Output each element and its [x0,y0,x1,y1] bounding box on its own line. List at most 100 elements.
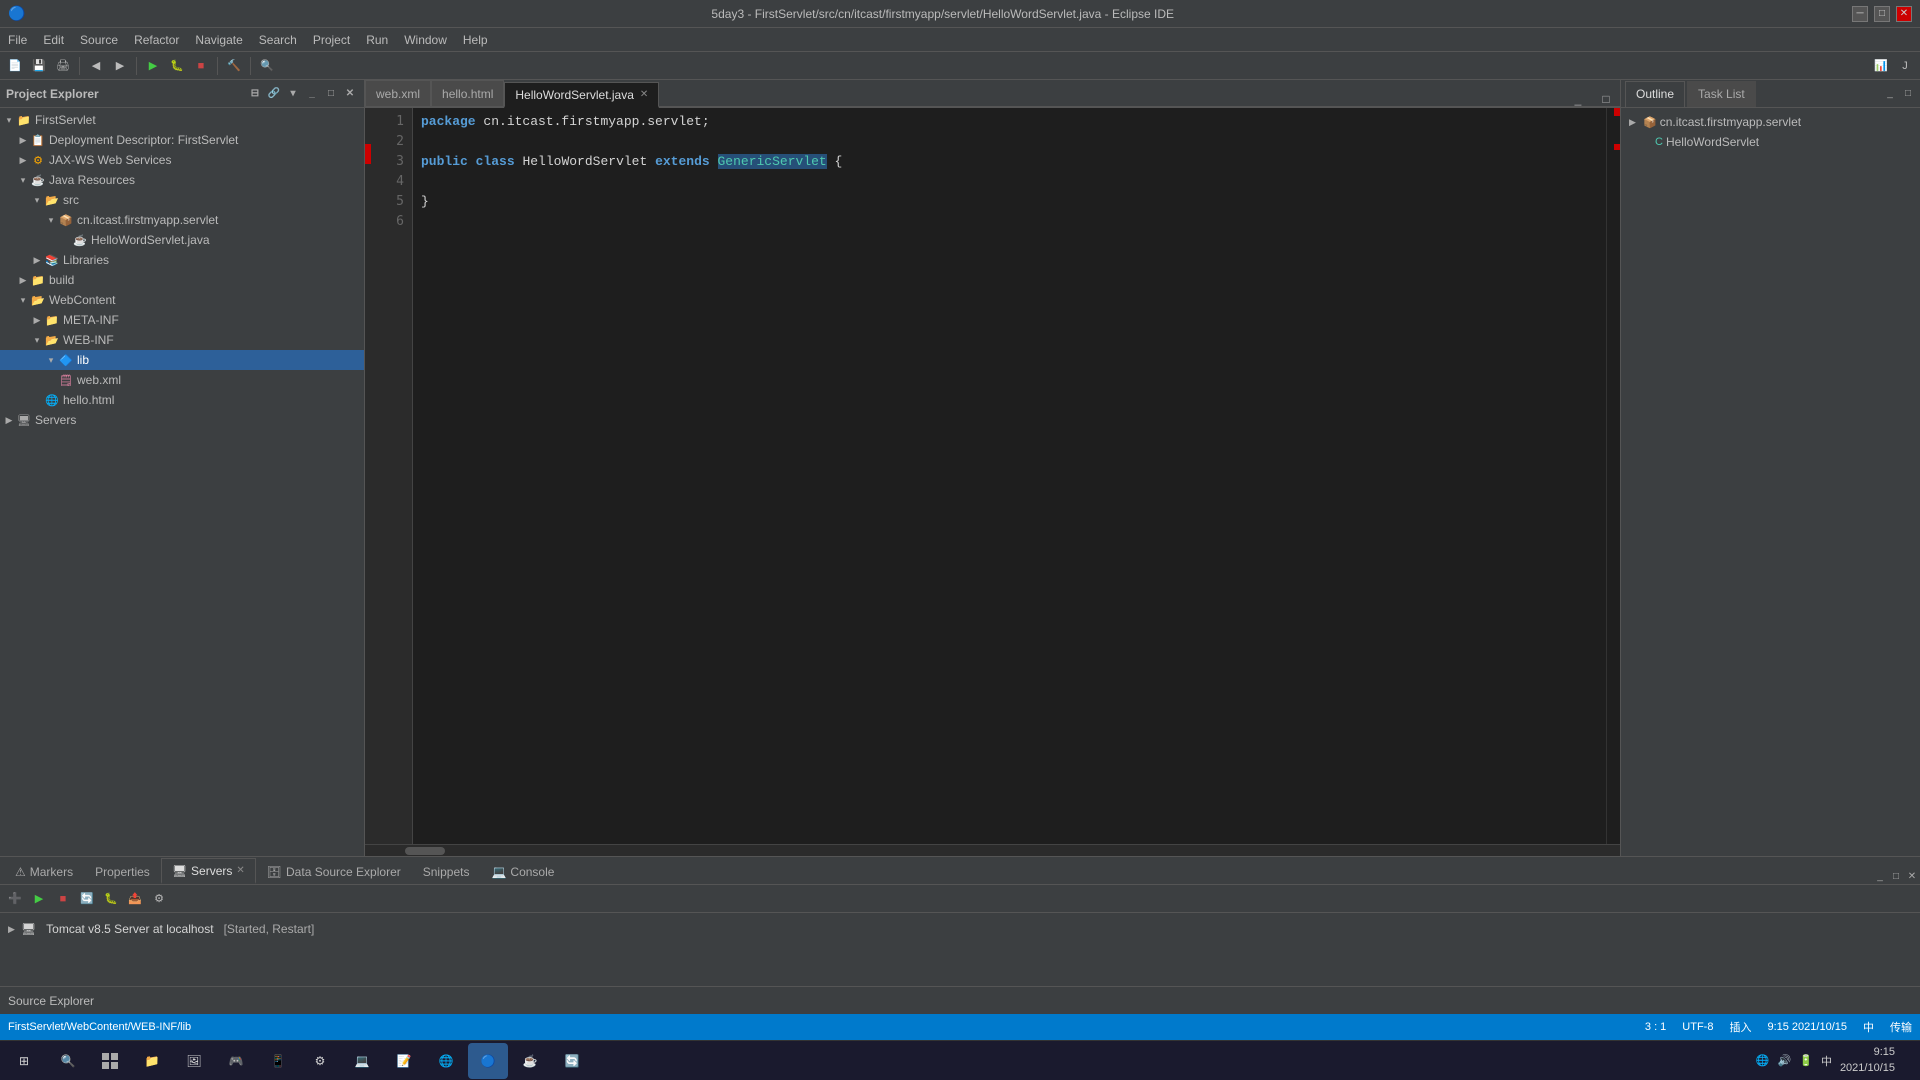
tree-webcontent[interactable]: ▾ 📂 WebContent [0,290,364,310]
tree-webinf[interactable]: ▾ 📂 WEB-INF [0,330,364,350]
debug-btn[interactable]: 🐛 [166,55,188,77]
maximize-panel-btn[interactable]: □ [323,86,339,102]
tree-hellowordservlet[interactable]: ▶ ☕ HelloWordServlet.java [0,230,364,250]
minimize-button[interactable]: ─ [1852,6,1868,22]
menu-project[interactable]: Project [305,31,358,49]
outline-class-icon: C [1655,136,1663,148]
outline-package-item[interactable]: ▶ 📦 cn.itcast.firstmyapp.servlet [1625,112,1916,132]
save-btn[interactable]: 💾 [28,55,50,77]
maximize-button[interactable]: □ [1874,6,1890,22]
taskbar-taskview-btn[interactable] [90,1043,130,1079]
tree-dd[interactable]: ▶ 📋 Deployment Descriptor: FirstServlet [0,130,364,150]
tab-markers[interactable]: ⚠ Markers [4,858,84,884]
taskbar-image-btn[interactable]: 🖼 [174,1043,214,1079]
outline-minimize-btn[interactable]: _ [1882,86,1898,102]
taskbar-computer-btn[interactable]: 💻 [342,1043,382,1079]
taskbar-gamepad-btn[interactable]: 🎮 [216,1043,256,1079]
build-btn[interactable]: 🔨 [223,55,245,77]
taskbar-word-btn[interactable]: 📝 [384,1043,424,1079]
taskbar-chrome-btn[interactable]: 🌐 [426,1043,466,1079]
forward-btn[interactable]: ▶ [109,55,131,77]
icon-metainf: 📁 [44,312,60,328]
restart-server-btn[interactable]: 🔄 [76,888,98,910]
outline-tab[interactable]: Outline [1625,81,1685,107]
server-config-btn[interactable]: ⚙ [148,888,170,910]
tree-src[interactable]: ▾ 📂 src [0,190,364,210]
bottom-close-btn[interactable]: ✕ [1904,868,1920,884]
run-btn[interactable]: ▶ [142,55,164,77]
taskbar-eclipse-btn[interactable]: 🔵 [468,1043,508,1079]
label-dd: Deployment Descriptor: FirstServlet [49,133,238,147]
menu-navigate[interactable]: Navigate [187,31,250,49]
tree-java-resources[interactable]: ▾ ☕ Java Resources [0,170,364,190]
taskbar-search-btn[interactable]: 🔍 [48,1043,88,1079]
tree-package[interactable]: ▾ 📦 cn.itcast.firstmyapp.servlet [0,210,364,230]
new-server-btn[interactable]: ➕ [4,888,26,910]
perspective-java-btn[interactable]: J [1894,55,1916,77]
menu-source[interactable]: Source [72,31,126,49]
outline-class-item[interactable]: C HelloWordServlet [1625,132,1916,152]
code-editor[interactable]: package cn.itcast.firstmyapp.servlet; pu… [413,108,1606,844]
menu-help[interactable]: Help [455,31,496,49]
tab-console[interactable]: 💻 Console [480,858,565,884]
close-button[interactable]: ✕ [1896,6,1912,22]
tab-servers[interactable]: 🖥 Servers ✕ [161,858,256,884]
menu-run[interactable]: Run [358,31,396,49]
tab-close-btn[interactable]: ✕ [640,89,648,100]
view-menu-btn[interactable]: ▾ [285,86,301,102]
collapse-all-btn[interactable]: ⊟ [247,86,263,102]
taskbar-java-btn[interactable]: ☕ [510,1043,550,1079]
server-row-tomcat[interactable]: ▶ 🖥 Tomcat v8.5 Server at localhost [Sta… [8,917,1912,941]
stop-btn[interactable]: ■ [190,55,212,77]
start-server-btn[interactable]: ▶ [28,888,50,910]
tab-snippets[interactable]: Snippets [412,858,481,884]
tree-hellohtml[interactable]: ▶ 🌐 hello.html [0,390,364,410]
taskbar-explorer-btn[interactable]: 📁 [132,1043,172,1079]
bottom-minimize-btn[interactable]: _ [1872,868,1888,884]
publish-btn[interactable]: 📤 [124,888,146,910]
link-editor-btn[interactable]: 🔗 [266,86,282,102]
menu-search[interactable]: Search [251,31,305,49]
tab-maximize-btn[interactable]: □ [1592,92,1620,106]
bottom-maximize-btn[interactable]: □ [1888,868,1904,884]
tab-minimize-btn[interactable]: _ [1564,92,1592,106]
tab-hellohtml[interactable]: hello.html [431,80,504,106]
tree-libraries[interactable]: ▶ 📚 Libraries [0,250,364,270]
close-panel-btn[interactable]: ✕ [342,86,358,102]
tab-servers-close[interactable]: ✕ [236,865,244,876]
tab-hellowordservlet[interactable]: HelloWordServlet.java ✕ [504,82,659,108]
menu-file[interactable]: File [0,31,35,49]
tree-webxml[interactable]: ▶ 🗒 web.xml [0,370,364,390]
tab-webxml[interactable]: web.xml [365,80,431,106]
minimize-panel-btn[interactable]: _ [304,86,320,102]
tree-lib[interactable]: ▾ 🔷 lib [0,350,364,370]
tree-build[interactable]: ▶ 📁 build [0,270,364,290]
taskbar-start-btn[interactable]: ⊞ [4,1043,44,1079]
icon-package: 📦 [58,212,74,228]
stop-server-btn[interactable]: ■ [52,888,74,910]
editor-hscroll[interactable] [365,844,1620,856]
menu-window[interactable]: Window [396,31,455,49]
tab-datasource[interactable]: 🗄 Data Source Explorer [256,858,412,884]
new-btn[interactable]: 📄 [4,55,26,77]
menu-refactor[interactable]: Refactor [126,31,187,49]
debug-server-btn[interactable]: 🐛 [100,888,122,910]
search-toolbar-btn[interactable]: 🔍 [256,55,278,77]
tree-metainf[interactable]: ▶ 📁 META-INF [0,310,364,330]
tree-jaxws[interactable]: ▶ ⚙ JAX-WS Web Services [0,150,364,170]
hscroll-thumb[interactable] [405,847,445,855]
tab-properties[interactable]: Properties [84,858,161,884]
tree-servers[interactable]: ▶ 🖥 Servers [0,410,364,430]
tree-firstservlet[interactable]: ▾ 📁 FirstServlet [0,110,364,130]
line-num-1: 1 [373,112,404,132]
menu-edit[interactable]: Edit [35,31,72,49]
perspective-btn[interactable]: 📊 [1870,55,1892,77]
print-btn[interactable]: 🖨 [52,55,74,77]
taskbar-refresh-btn[interactable]: 🔄 [552,1043,592,1079]
code-line-6 [421,212,1598,232]
back-btn[interactable]: ◀ [85,55,107,77]
outline-maximize-btn[interactable]: □ [1900,86,1916,102]
taskbar-settings-btn[interactable]: ⚙ [300,1043,340,1079]
taskbar-phone-btn[interactable]: 📱 [258,1043,298,1079]
tasklist-tab[interactable]: Task List [1687,81,1756,107]
